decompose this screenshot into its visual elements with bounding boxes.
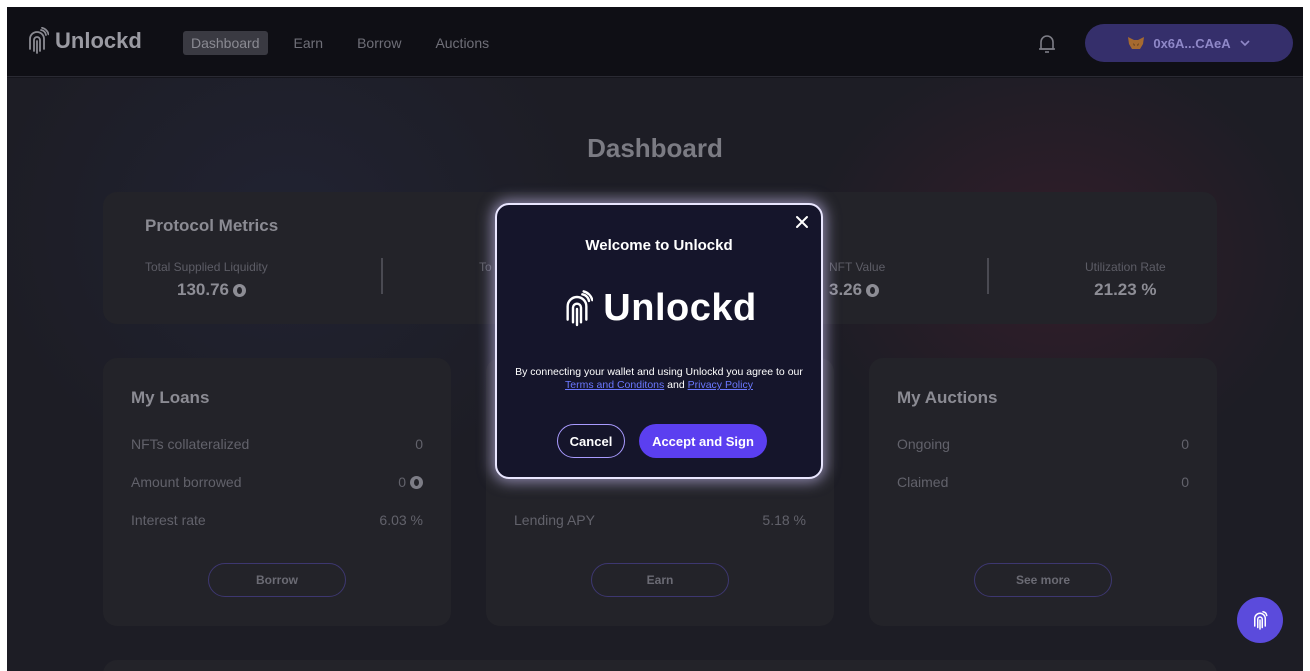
loans-row-amount: Amount borrowed 0 <box>131 474 423 490</box>
page-title: Dashboard <box>587 133 723 163</box>
row-label: Ongoing <box>897 436 950 452</box>
row-label: Amount borrowed <box>131 474 242 490</box>
metric-total-supplied: Total Supplied Liquidity 130.76 <box>145 260 268 300</box>
metric-total-partial: To <box>479 260 492 274</box>
top-navbar: Unlockd Dashboard Earn Borrow Auctions 0… <box>7 7 1303 77</box>
auctions-row-ongoing: Ongoing 0 <box>897 436 1189 452</box>
app-logo[interactable]: Unlockd <box>25 27 142 55</box>
my-loans-card: My Loans NFTs collateralized 0 Amount bo… <box>103 358 451 626</box>
next-card-edge <box>103 660 1217 671</box>
metric-value: 21.23 % <box>1094 280 1157 299</box>
metric-divider <box>987 258 989 294</box>
metric-nft-value: NFT Value 3.26 <box>829 260 885 300</box>
row-label: NFTs collateralized <box>131 436 250 452</box>
modal-logo: Unlockd <box>497 287 821 330</box>
terms-text: By connecting your wallet and using Unlo… <box>513 366 805 392</box>
modal-title: Welcome to Unlockd <box>585 237 733 254</box>
metric-label: To <box>479 260 492 274</box>
row-value-wrap: 0 <box>398 474 423 490</box>
row-label: Claimed <box>897 474 949 490</box>
earn-row-apy: Lending APY 5.18 % <box>514 512 806 528</box>
eth-coin-icon <box>410 475 423 489</box>
metamask-fox-icon <box>1128 37 1145 49</box>
metric-value-row: 3.26 <box>829 280 885 300</box>
auctions-title: My Auctions <box>897 388 998 407</box>
loans-row-nfts: NFTs collateralized 0 <box>131 436 423 452</box>
terms-link[interactable]: Terms and Conditons <box>565 379 664 391</box>
app-window: Unlockd Dashboard Earn Borrow Auctions 0… <box>7 7 1303 671</box>
bell-icon[interactable] <box>1037 33 1057 55</box>
row-value: 0 <box>398 474 406 490</box>
row-label: Lending APY <box>514 512 595 528</box>
nav-borrow[interactable]: Borrow <box>349 31 409 55</box>
row-value: 0 <box>415 436 423 452</box>
metric-value-row: 130.76 <box>177 280 268 300</box>
eth-coin-icon <box>866 283 880 297</box>
my-auctions-card: My Auctions Ongoing 0 Claimed 0 See more <box>869 358 1217 626</box>
row-value: 0 <box>1181 436 1189 452</box>
metric-divider <box>381 258 383 294</box>
terms-and: and <box>664 379 688 391</box>
privacy-link[interactable]: Privacy Policy <box>688 379 753 391</box>
metric-value: 3.26 <box>829 280 863 299</box>
unlockd-fingerprint-icon <box>566 289 594 326</box>
loans-row-interest: Interest rate 6.03 % <box>131 512 423 528</box>
welcome-modal: Welcome to Unlockd Unlockd By connecting… <box>495 203 823 479</box>
earn-button[interactable]: Earn <box>591 563 729 597</box>
unlockd-fingerprint-icon <box>1254 611 1268 630</box>
main-nav: Dashboard Earn Borrow Auctions <box>183 31 515 55</box>
row-value: 0 <box>1181 474 1189 490</box>
metric-label: Utilization Rate <box>1085 260 1166 274</box>
borrow-button[interactable]: Borrow <box>208 563 346 597</box>
nav-auctions[interactable]: Auctions <box>427 31 497 55</box>
loans-title: My Loans <box>131 388 210 407</box>
row-value: 6.03 % <box>379 512 423 528</box>
auctions-row-claimed: Claimed 0 <box>897 474 1189 490</box>
row-value: 5.18 % <box>762 512 806 528</box>
chevron-down-icon <box>1240 40 1250 47</box>
close-icon[interactable] <box>795 215 809 229</box>
metric-value: 130.76 <box>177 280 229 299</box>
row-label: Interest rate <box>131 512 206 528</box>
modal-logo-text: Unlockd <box>603 287 757 329</box>
see-more-button[interactable]: See more <box>974 563 1112 597</box>
cancel-button[interactable]: Cancel <box>557 424 625 458</box>
eth-coin-icon <box>233 283 246 297</box>
accept-and-sign-button[interactable]: Accept and Sign <box>639 424 767 458</box>
metric-label: NFT Value <box>829 260 886 274</box>
wallet-button[interactable]: 0x6A...CAeA <box>1085 24 1293 62</box>
metrics-title: Protocol Metrics <box>145 216 279 235</box>
help-fab-button[interactable] <box>1237 597 1283 643</box>
logo-text: Unlockd <box>55 28 142 53</box>
wallet-address: 0x6A...CAeA <box>1153 35 1231 51</box>
nav-dashboard[interactable]: Dashboard <box>183 31 268 55</box>
terms-prefix: By connecting your wallet and using Unlo… <box>515 366 803 378</box>
metric-label: Total Supplied Liquidity <box>145 260 268 274</box>
unlockd-fingerprint-icon <box>29 27 49 54</box>
nav-earn[interactable]: Earn <box>286 31 332 55</box>
metric-utilization-rate: Utilization Rate 21.23 % <box>1085 260 1166 300</box>
